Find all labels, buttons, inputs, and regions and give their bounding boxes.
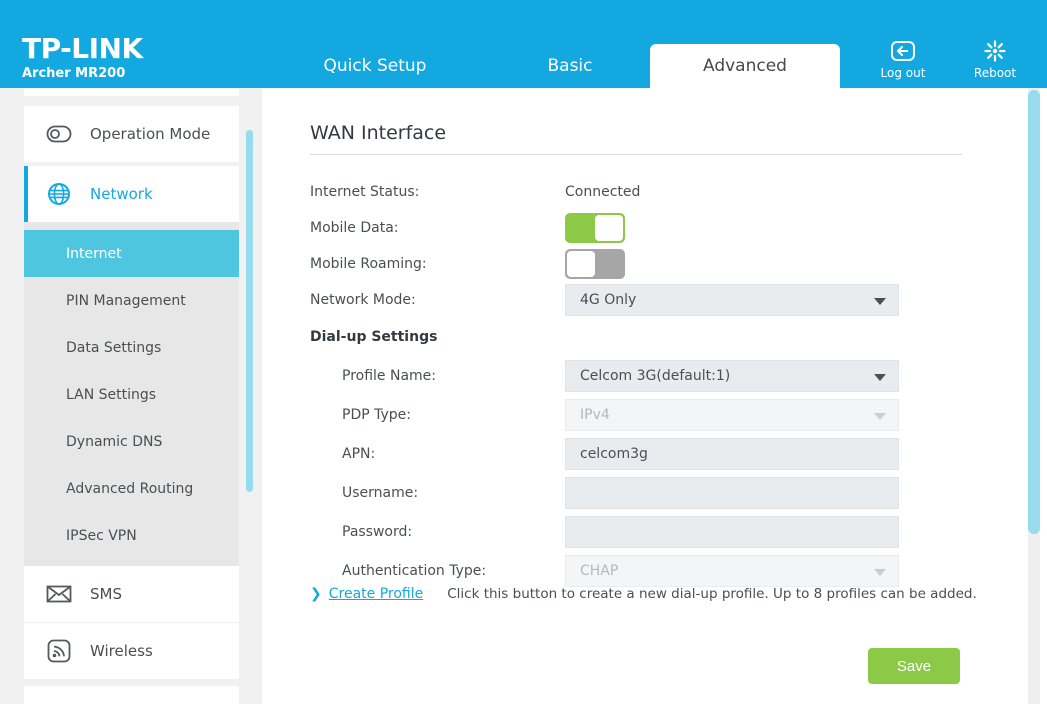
reboot-label: Reboot: [974, 66, 1016, 80]
sidebar-label-network: Network: [90, 185, 153, 203]
create-profile-row: ❯ Create Profile Click this button to cr…: [310, 586, 977, 602]
save-button[interactable]: Save: [868, 648, 960, 684]
label-password: Password:: [342, 524, 412, 540]
main-tabs: Quick Setup Basic Advanced: [262, 0, 862, 88]
row-apn: APN: celcom3g: [310, 438, 962, 477]
logout-button[interactable]: Log out: [875, 38, 931, 80]
app-header: TP-LINK Archer MR200 Quick Setup Basic A…: [0, 0, 1047, 88]
chevron-down-icon: [874, 569, 886, 576]
toggle-mobile-data[interactable]: [565, 213, 625, 243]
sidebar-group-wireless: Wireless: [24, 623, 239, 679]
value-authentication-type: CHAP: [580, 563, 618, 579]
title-divider: [310, 154, 962, 155]
label-pdp-type: PDP Type:: [342, 407, 411, 423]
sidebar-group-network: Network Internet PIN Management Data Set…: [24, 166, 239, 569]
envelope-icon: [44, 584, 74, 604]
tab-advanced[interactable]: Advanced: [650, 44, 840, 88]
sidebar-label-operation-mode: Operation Mode: [90, 125, 210, 143]
sidebar-label-wireless: Wireless: [90, 642, 153, 660]
page-scrollbar-thumb[interactable]: [1028, 90, 1040, 534]
sidebar-subitem-data-settings[interactable]: Data Settings: [24, 324, 239, 371]
input-username[interactable]: [565, 477, 899, 509]
wan-interface-form: Internet Status: Connected Mobile Data: …: [310, 176, 962, 594]
section-title-dialup: Dial-up Settings: [310, 324, 962, 360]
label-network-mode: Network Mode:: [310, 292, 416, 308]
header-actions: Log out Reboot: [875, 38, 1023, 80]
sidebar-scrollbar-thumb[interactable]: [246, 130, 253, 492]
row-internet-status: Internet Status: Connected: [310, 176, 962, 212]
value-network-mode: 4G Only: [580, 292, 636, 308]
sidebar-subitem-lan-settings[interactable]: LAN Settings: [24, 371, 239, 418]
logout-label: Log out: [881, 66, 926, 80]
toggle-knob: [567, 251, 595, 277]
page-title: WAN Interface: [310, 122, 446, 144]
sidebar-subitem-dynamic-dns[interactable]: Dynamic DNS: [24, 418, 239, 465]
brand-name: TP-LINK: [22, 34, 143, 64]
row-mobile-roaming: Mobile Roaming:: [310, 248, 962, 284]
label-mobile-roaming: Mobile Roaming:: [310, 256, 427, 272]
reboot-button[interactable]: Reboot: [967, 38, 1023, 80]
sidebar: Operation Mode Network Internet PIN Mana…: [0, 88, 262, 704]
content-panel: WAN Interface Internet Status: Connected…: [262, 88, 1020, 704]
sidebar-item-operation-mode[interactable]: Operation Mode: [24, 106, 239, 162]
reboot-icon: [983, 38, 1007, 64]
select-pdp-type: IPv4: [565, 399, 899, 431]
chevron-down-icon: [874, 298, 886, 305]
input-password[interactable]: [565, 516, 899, 548]
row-mobile-data: Mobile Data:: [310, 212, 962, 248]
toggle-mobile-roaming[interactable]: [565, 249, 625, 279]
create-profile-link[interactable]: Create Profile: [329, 586, 424, 602]
globe-icon: [44, 182, 74, 206]
chevron-down-icon: [874, 413, 886, 420]
label-profile-name: Profile Name:: [342, 368, 436, 384]
tab-basic[interactable]: Basic: [490, 44, 650, 88]
label-apn: APN:: [342, 446, 375, 462]
row-password: Password:: [310, 516, 962, 555]
value-apn: celcom3g: [580, 446, 648, 462]
chevron-right-icon: ❯: [310, 587, 322, 601]
sidebar-item-network[interactable]: Network: [24, 166, 239, 222]
select-profile-name[interactable]: Celcom 3G(default:1): [565, 360, 899, 392]
sidebar-top-partial-item: [24, 88, 239, 96]
brand-logo: TP-LINK Archer MR200: [22, 34, 143, 82]
sidebar-subitem-internet[interactable]: Internet: [24, 230, 239, 277]
sidebar-item-wireless[interactable]: Wireless: [24, 623, 239, 679]
toggle-knob: [595, 215, 623, 241]
sidebar-subitem-pin-management[interactable]: PIN Management: [24, 277, 239, 324]
value-internet-status: Connected: [565, 184, 640, 200]
label-internet-status: Internet Status:: [310, 184, 419, 200]
sidebar-label-sms: SMS: [90, 585, 122, 603]
tab-quick-setup[interactable]: Quick Setup: [290, 44, 460, 88]
label-authentication-type: Authentication Type:: [342, 563, 486, 579]
brand-model: Archer MR200: [22, 66, 143, 82]
sidebar-group-sms: SMS: [24, 566, 239, 622]
row-network-mode: Network Mode: 4G Only: [310, 284, 962, 324]
sidebar-submenu-network: Internet PIN Management Data Settings LA…: [24, 222, 239, 569]
row-username: Username:: [310, 477, 962, 516]
logout-icon: [890, 38, 916, 64]
value-profile-name: Celcom 3G(default:1): [580, 368, 730, 384]
operation-mode-icon: [44, 125, 74, 143]
sidebar-subitem-ipsec-vpn[interactable]: IPSec VPN: [24, 512, 239, 559]
wireless-icon: [44, 639, 74, 663]
page-scrollbar: [1020, 88, 1047, 704]
label-username: Username:: [342, 485, 418, 501]
sidebar-item-sms[interactable]: SMS: [24, 566, 239, 622]
input-apn[interactable]: celcom3g: [565, 438, 899, 470]
sidebar-bottom-partial-item: [24, 686, 239, 704]
select-authentication-type: CHAP: [565, 555, 899, 587]
chevron-down-icon: [874, 374, 886, 381]
sidebar-group-operation-mode: Operation Mode: [24, 106, 239, 162]
create-profile-hint: Click this button to create a new dial-u…: [447, 586, 977, 602]
sidebar-subitem-advanced-routing[interactable]: Advanced Routing: [24, 465, 239, 512]
select-network-mode[interactable]: 4G Only: [565, 284, 899, 316]
row-profile-name: Profile Name: Celcom 3G(default:1): [310, 360, 962, 399]
value-pdp-type: IPv4: [580, 407, 610, 423]
row-pdp-type: PDP Type: IPv4: [310, 399, 962, 438]
label-mobile-data: Mobile Data:: [310, 220, 399, 236]
